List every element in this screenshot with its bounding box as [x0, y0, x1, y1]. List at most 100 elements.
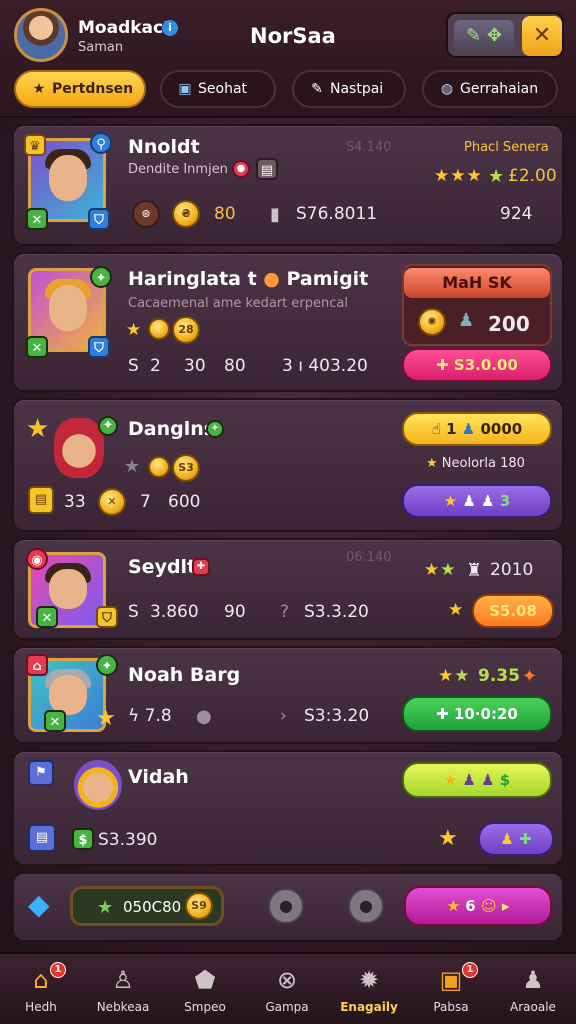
list-item[interactable]: ⌂ ✦ ✕ ★ Noah Barg ϟ 7.8 ● › S3:3.20 ★★ 9… [12, 646, 564, 744]
planet-icon: ◍ [440, 81, 454, 97]
figure-icon: ♟ [500, 830, 520, 848]
record-icon: ◉ [26, 548, 48, 570]
player-subtitle: Saman [78, 40, 124, 55]
player-name: Moadkact [78, 18, 172, 38]
notification-badge: 1 [50, 962, 66, 978]
top-header: Moadkact i Saman NorSaa ✎ ✥ ✕ ★ Pertdnsen… [0, 0, 576, 118]
player-avatar[interactable] [14, 8, 68, 62]
list-item[interactable]: ★ ✦ Danglns ✦ ★ S3 ▤ 33 ✕ 7 600 ☝ 1 ♟ 00… [12, 398, 564, 532]
reward-panel[interactable]: MaH SK ✺ ♟ 200 [402, 264, 552, 346]
figure-icon: ♟ [458, 310, 475, 331]
leaf-icon: ✦ [98, 416, 118, 436]
coin-value: 80 [214, 204, 236, 224]
plus-icon: ✚ [436, 705, 454, 723]
price-label: S [128, 602, 139, 622]
sword-icon: ✕ [26, 336, 48, 358]
plus-icon: ✚ [519, 830, 532, 848]
compass-icon: ⊗ [276, 966, 298, 994]
reward-value: 200 [488, 312, 530, 336]
faint-value: S4.140 [346, 140, 392, 155]
sword-icon: ✕ [44, 710, 66, 732]
stat-a: ϟ 7.8 [128, 706, 172, 726]
stat-a: 2 [150, 356, 161, 376]
character-portrait [74, 760, 122, 810]
rank-tag: Phacl Senera [464, 140, 549, 155]
buy-button[interactable]: ✚ S3.0.00 [402, 348, 552, 382]
tab-pertdnsen[interactable]: ★ Pertdnsen [14, 70, 146, 108]
reward-title: MaH SK [404, 268, 550, 298]
list-item[interactable]: ◉ ✕ ⛉ Seydlt ✚ 06.140 S 3.860 90 ? S3.3.… [12, 538, 564, 640]
figure-icon: ♟ ♟ [462, 771, 500, 789]
star-icon: ✚ [436, 356, 454, 374]
nav-pabsa[interactable]: ▣ 1 Pabsa [410, 954, 492, 1024]
upgrade-button[interactable]: ★ ♟ ♟ $ [402, 762, 552, 798]
list-item[interactable]: ⚑ Vidah ▤ $ S3.390 ★ ♟ ♟ $ ★ ♟ ✚ [12, 750, 564, 866]
level-icon: ⚲ [90, 132, 112, 154]
star-badge-icon: ★ [26, 414, 50, 444]
character-name: Danglns [128, 418, 216, 440]
coin-badge: S3 [172, 454, 200, 482]
figure-icon: ♟ ♟ [462, 492, 500, 510]
bank-icon: ▮ [270, 204, 280, 225]
hero-button[interactable]: ♟ ✚ [478, 822, 554, 856]
nav-gampa[interactable]: ⊗ Gampa [246, 954, 328, 1024]
tab-gerrahaian[interactable]: ◍ Gerrahaian [422, 70, 558, 108]
star-icon: ★ [443, 492, 463, 510]
nav-smpeo[interactable]: ⬟ Smpeo [164, 954, 246, 1024]
nav-hedh[interactable]: ⌂ 1 Hedh [0, 954, 82, 1024]
tab-seohat[interactable]: ▣ Seohat [160, 70, 276, 108]
scroll-icon: ▤ [28, 824, 56, 852]
leaf-icon: ✦ [90, 266, 112, 288]
nav-araoale[interactable]: ♟ Araoale [492, 954, 574, 1024]
list-item[interactable]: ♛ ⚲ ✕ ⛉ Nnoldt Dendite Inmjen ● ▤ S4.140… [12, 124, 564, 246]
character-name: Noah Barg [128, 664, 241, 686]
team-button[interactable]: ★ 6 ☺ ▸ [404, 886, 552, 926]
total-amount: S3.390 [98, 830, 158, 850]
left-number: 33 [64, 492, 86, 512]
sword-coin-icon: ✕ [98, 488, 126, 516]
coin-icon: S9 [185, 892, 213, 920]
gold-coin-icon: ✺ [418, 308, 446, 336]
sword-icon: ✕ [26, 208, 48, 230]
mid-label: ★ Neolorla 180 [426, 456, 525, 471]
stat-b: 600 [168, 492, 201, 512]
character-name: Seydlt [128, 556, 197, 578]
flag-icon: ⚑ [28, 760, 54, 786]
nav-enagaily[interactable]: ✹ Enagaily [328, 954, 410, 1024]
stat-a: 3.860 [150, 602, 199, 622]
shield-icon: ⛉ [88, 336, 110, 358]
leaf-icon: ✦ [96, 654, 118, 676]
star-rating: ★★★ [434, 166, 483, 186]
boost-button[interactable]: ☝ 1 ♟ 0000 [402, 412, 552, 446]
close-button[interactable]: ✕ [522, 16, 562, 56]
coin-icon: ₴ [172, 200, 200, 228]
sword-icon: ✕ [36, 606, 58, 628]
star-icon: ★ [97, 897, 114, 918]
status-icon: ✦ [206, 420, 224, 438]
currency-counter[interactable]: ★ 050C80 S9 [70, 886, 224, 926]
tab-nastpai[interactable]: ✎ Nastpai [292, 70, 406, 108]
message-icon[interactable]: ● [348, 888, 384, 924]
star-icon: ★ [438, 826, 459, 851]
screen-title: NorSaa [250, 24, 336, 48]
price-button[interactable]: S5.08 [472, 594, 554, 628]
fire-icon: ⊛ [132, 200, 160, 228]
rating-value: 9.35 [478, 666, 520, 686]
header-actions: ✎ ✥ ✕ [446, 12, 564, 58]
play-icon: ▸ [501, 897, 510, 915]
nav-nebkeaa[interactable]: ♙ Nebkeaa [82, 954, 164, 1024]
total-amount: 3 ı 403.20 [282, 356, 368, 376]
tools-button[interactable]: ✎ ✥ [454, 20, 514, 52]
character-subtitle: Cacaemenal ame kedart erpencal [128, 296, 348, 311]
rating-value: £2.00 [508, 166, 557, 186]
gift-icon: ✚ [192, 558, 210, 576]
chat-icon[interactable]: ● [268, 888, 304, 924]
hammer-wrench-icon: ✎ ✥ [466, 25, 502, 46]
heroes-button[interactable]: ★ ♟ ♟ 3 [402, 484, 552, 518]
lightning-icon: ϟ [128, 706, 145, 726]
list-item[interactable]: ✦ ✕ ⛉ Haringlata t ● Pamigit Cacaemenal … [12, 252, 564, 392]
stat-a: 7 [140, 492, 151, 512]
claim-button[interactable]: ✚ 10·0:20 [402, 696, 552, 732]
diamond-icon[interactable]: ◆ [28, 888, 50, 921]
faint-value: 06.140 [346, 550, 392, 565]
